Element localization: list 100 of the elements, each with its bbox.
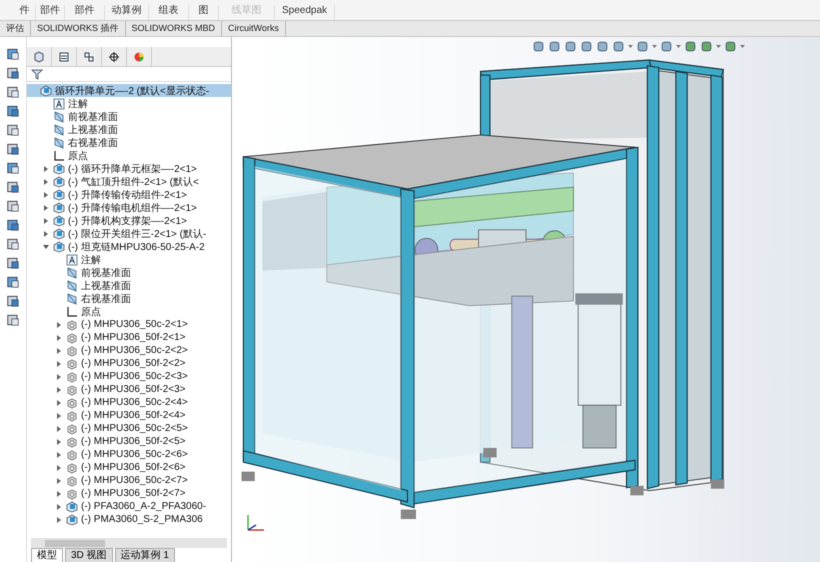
tree-item[interactable]: (-) MHPU306_50c-2<6>	[27, 448, 231, 461]
part-icon	[66, 318, 78, 330]
part-icon	[66, 344, 78, 356]
command-tab[interactable]: SOLIDWORKS 插件	[31, 21, 126, 36]
collapsed-arrow-icon[interactable]	[55, 424, 63, 432]
plane-icon	[53, 110, 65, 122]
command-tab[interactable]: SOLIDWORKS MBD	[126, 21, 222, 36]
tree-item[interactable]: (-) MHPU306_50c-2<1>	[27, 318, 231, 331]
tree-item[interactable]: (-) MHPU306_50f-2<7>	[27, 487, 231, 500]
ribbon-button[interactable]: 动算例	[105, 5, 149, 20]
tree-item[interactable]: (-) MHPU306_50c-2<4>	[27, 396, 231, 409]
tree-item[interactable]: (-) 循环升降单元框架—-2<1>	[27, 162, 231, 175]
part-icon	[66, 462, 78, 474]
collapsed-arrow-icon[interactable]	[55, 412, 63, 420]
ribbon-button[interactable]: 部件	[65, 5, 105, 20]
tree-item[interactable]: (-) MHPU306_50f-2<1>	[27, 331, 231, 344]
tree-item[interactable]: 前视基准面	[27, 266, 231, 279]
collapsed-arrow-icon[interactable]	[55, 346, 63, 354]
crosshair-icon[interactable]	[108, 50, 120, 62]
bottom-tab[interactable]: 模型	[31, 548, 63, 562]
tree-item[interactable]: 原点	[27, 305, 231, 318]
tree-item[interactable]: (-) 升降传输传动组件-2<1>	[27, 188, 231, 201]
origin-icon	[66, 306, 78, 318]
tree-item[interactable]: 右视基准面	[27, 292, 231, 305]
tree-item[interactable]: 上视基准面	[27, 123, 231, 136]
part-icon	[66, 384, 78, 396]
horizontal-scrollbar[interactable]	[31, 538, 227, 548]
collapsed-arrow-icon[interactable]	[55, 490, 63, 498]
feature-tree-icon[interactable]	[33, 50, 45, 62]
collapsed-arrow-icon[interactable]	[42, 190, 50, 198]
tree-item[interactable]: (-) PFA3060_A-2_PFA3060-	[27, 500, 231, 513]
plane-icon	[66, 266, 78, 278]
part-icon	[66, 422, 78, 434]
tree-item[interactable]: (-) MHPU306_50f-2<2>	[27, 357, 231, 370]
tree-item[interactable]: 右视基准面	[27, 136, 231, 149]
command-tab[interactable]: CircuitWorks	[222, 21, 286, 36]
assembly-icon	[53, 176, 65, 188]
collapsed-arrow-icon[interactable]	[55, 438, 63, 446]
part-icon	[66, 370, 78, 382]
collapsed-arrow-icon[interactable]	[42, 204, 50, 212]
ribbon-button[interactable]: 组表	[149, 5, 189, 20]
collapsed-arrow-icon[interactable]	[55, 476, 63, 484]
collapsed-arrow-icon[interactable]	[55, 464, 63, 472]
collapsed-arrow-icon[interactable]	[55, 502, 63, 510]
tree-item[interactable]: (-) MHPU306_50f-2<3>	[27, 383, 231, 396]
tree-item[interactable]: (-) 升降传输电机组件—-2<1>	[27, 201, 231, 214]
tree-item[interactable]: 原点	[27, 149, 231, 162]
ribbon-button[interactable]: 部件	[36, 5, 65, 20]
collapsed-arrow-icon[interactable]	[55, 450, 63, 458]
part-icon	[66, 396, 78, 408]
tree-item[interactable]: 注解	[27, 97, 231, 110]
tree-item[interactable]: (-) MHPU306_50f-2<4>	[27, 409, 231, 422]
caret-icon[interactable]	[628, 44, 633, 48]
collapsed-arrow-icon[interactable]	[55, 516, 63, 524]
collapsed-arrow-icon[interactable]	[55, 386, 63, 394]
command-tab[interactable]: 评估	[0, 21, 31, 36]
expanded-arrow-icon[interactable]	[42, 242, 50, 250]
tree-item[interactable]: 注解	[27, 253, 231, 266]
tree-item[interactable]: (-) 升降机构支撑架—-2<1>	[27, 214, 231, 227]
caret-icon[interactable]	[652, 44, 657, 48]
part-icon	[66, 436, 78, 448]
tree-item[interactable]: (-) 气缸顶升组件-2<1> (默认<	[27, 175, 231, 188]
tree-item[interactable]: (-) MHPU306_50c-2<3>	[27, 370, 231, 383]
configuration-icon[interactable]	[83, 50, 95, 62]
tree-item[interactable]: 前视基准面	[27, 110, 231, 123]
tree-item[interactable]: (-) 坦克链MHPU306-50-25-A-2	[27, 240, 231, 253]
tree-item[interactable]: (-) MHPU306_50c-2<7>	[27, 474, 231, 487]
collapsed-arrow-icon[interactable]	[55, 398, 63, 406]
collapsed-arrow-icon[interactable]	[55, 320, 63, 328]
collapsed-arrow-icon[interactable]	[42, 216, 50, 224]
caret-icon[interactable]	[676, 44, 681, 48]
assembly-icon	[53, 240, 65, 252]
bottom-tab[interactable]: 3D 视图	[65, 548, 113, 562]
assembly-icon	[53, 202, 65, 214]
caret-icon[interactable]	[716, 44, 721, 48]
ribbon-button[interactable]: 件	[14, 5, 36, 20]
ribbon-button[interactable]: Speedpak	[275, 5, 335, 20]
tree-item[interactable]: (-) MHPU306_50f-2<5>	[27, 435, 231, 448]
tree-item[interactable]: 上视基准面	[27, 279, 231, 292]
collapsed-arrow-icon[interactable]	[55, 334, 63, 342]
assembly-icon	[53, 214, 65, 226]
bottom-tab[interactable]: 运动算例 1	[114, 548, 175, 562]
caret-icon[interactable]	[740, 44, 745, 48]
plane-icon	[53, 124, 65, 136]
part-icon	[66, 410, 78, 422]
collapsed-arrow-icon[interactable]	[42, 178, 50, 186]
tree-item[interactable]: (-) MHPU306_50f-2<6>	[27, 461, 231, 474]
collapsed-arrow-icon[interactable]	[42, 164, 50, 172]
collapsed-arrow-icon[interactable]	[42, 230, 50, 238]
ribbon-button[interactable]: 图	[189, 5, 219, 20]
tree-item[interactable]: (-) MHPU306_50c-2<2>	[27, 344, 231, 357]
tree-item[interactable]: 循环升降单元—-2 (默认<显示状态-	[27, 84, 231, 97]
list-icon[interactable]	[58, 50, 70, 62]
collapsed-arrow-icon[interactable]	[55, 360, 63, 368]
collapsed-arrow-icon[interactable]	[55, 372, 63, 380]
tree-item[interactable]: (-) MHPU306_50c-2<5>	[27, 422, 231, 435]
tree-item[interactable]: (-) PMA3060_S-2_PMA306	[27, 513, 231, 526]
part-icon	[66, 358, 78, 370]
origin-icon	[53, 150, 65, 162]
tree-item[interactable]: (-) 限位开关组件三-2<1> (默认-	[27, 227, 231, 240]
